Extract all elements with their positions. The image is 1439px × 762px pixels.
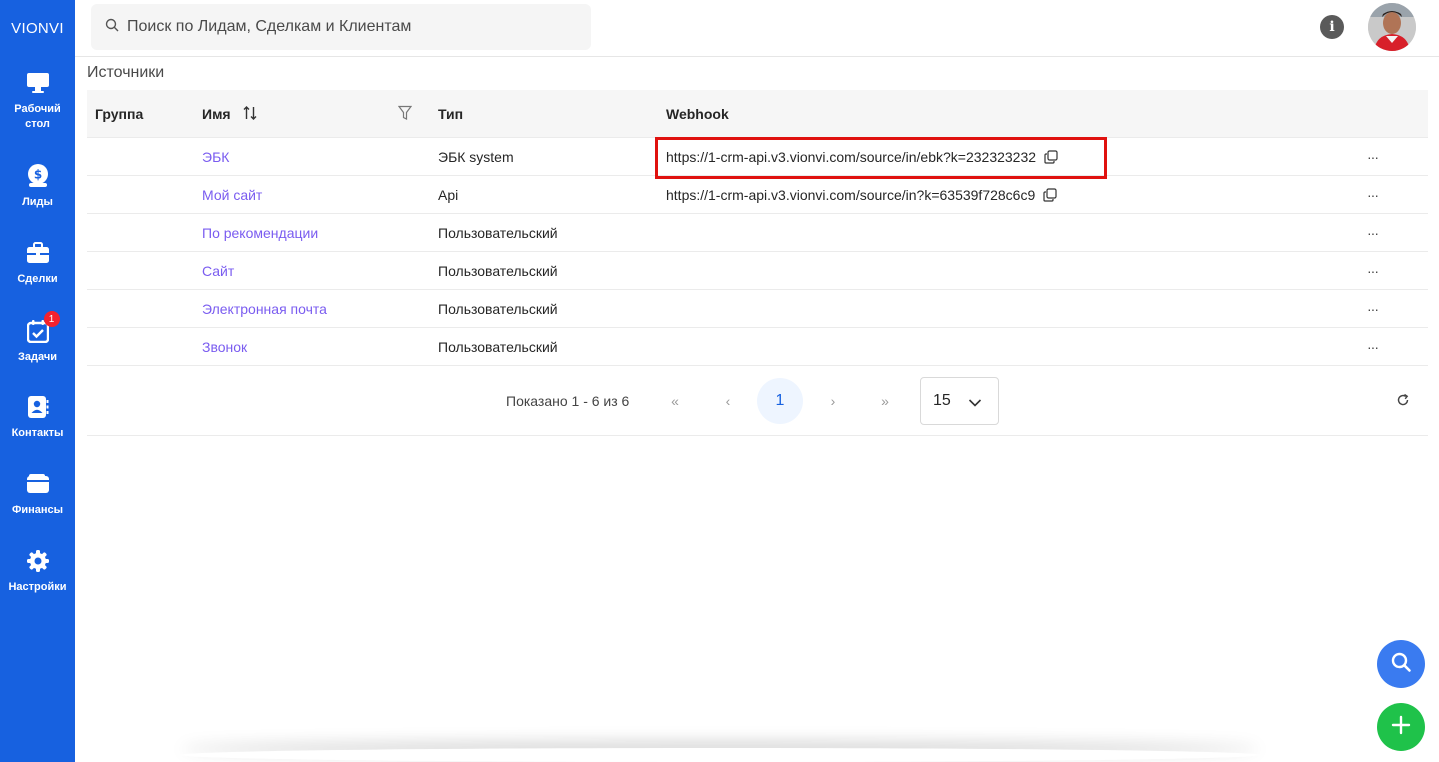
search-icon	[1390, 651, 1412, 678]
contact-book-icon	[25, 394, 51, 420]
row-webhook: https://1-crm-api.v3.vionvi.com/source/i…	[666, 149, 1058, 165]
global-search[interactable]	[91, 4, 591, 50]
chevron-down-icon	[968, 395, 982, 413]
top-header: i	[75, 0, 1439, 57]
money-bag-icon: $	[25, 163, 51, 189]
row-more-button[interactable]: ···	[1367, 149, 1379, 165]
table-row: Звонок Пользовательский ···	[87, 328, 1428, 366]
sidebar-item-label: Сделки	[17, 273, 58, 285]
tasks-badge: 1	[43, 311, 60, 327]
row-more-button[interactable]: ···	[1367, 339, 1379, 355]
table-row: Мой сайт Api https://1-crm-api.v3.vionvi…	[87, 176, 1428, 214]
floating-add-button[interactable]	[1377, 703, 1425, 751]
row-type: ЭБК system	[438, 148, 514, 165]
plus-icon	[1391, 715, 1411, 740]
pagination-summary: Показано 1 - 6 из 6	[506, 393, 630, 409]
monitor-icon	[25, 70, 51, 96]
svg-text:$: $	[33, 168, 41, 182]
sidebar: VIONVI Рабочий стол $ Лиды Сделки 1 Зада…	[0, 0, 75, 762]
sidebar-item-label: Рабочий стол	[14, 103, 61, 130]
column-header-webhook[interactable]: Webhook	[666, 106, 729, 122]
brand-logo[interactable]: VIONVI	[0, 0, 75, 56]
refresh-icon[interactable]	[1396, 393, 1410, 412]
table-row: Сайт Пользовательский ···	[87, 252, 1428, 290]
row-name-link[interactable]: По рекомендации	[202, 225, 318, 241]
row-type: Api	[438, 186, 459, 203]
sidebar-item-label: Лиды	[22, 196, 53, 208]
webhook-url: https://1-crm-api.v3.vionvi.com/source/i…	[666, 148, 1037, 165]
table-header: Группа Имя Тип Webhook	[87, 90, 1428, 138]
last-page-button[interactable]: »	[862, 378, 908, 424]
calendar-check-icon: 1	[25, 311, 60, 344]
sidebar-item-label: Задачи	[18, 351, 57, 363]
sidebar-item-deals[interactable]: Сделки	[0, 240, 75, 287]
row-webhook: https://1-crm-api.v3.vionvi.com/source/i…	[666, 187, 1057, 203]
table-row: По рекомендации Пользовательский ···	[87, 214, 1428, 252]
prev-page-button[interactable]: ‹	[705, 378, 751, 424]
row-type: Пользовательский	[438, 224, 558, 241]
sidebar-item-finance[interactable]: Финансы	[0, 471, 75, 518]
column-header-type[interactable]: Тип	[438, 106, 463, 122]
info-button[interactable]: i	[1320, 15, 1344, 39]
sidebar-item-leads[interactable]: $ Лиды	[0, 163, 75, 210]
sidebar-item-tasks[interactable]: 1 Задачи	[0, 311, 75, 365]
row-name-link[interactable]: ЭБК	[202, 149, 229, 165]
info-icon: i	[1329, 19, 1335, 35]
sidebar-item-contacts[interactable]: Контакты	[0, 394, 75, 441]
row-name-link[interactable]: Электронная почта	[202, 301, 327, 317]
page-size-value: 15	[933, 392, 951, 409]
page-size-select[interactable]: 15	[920, 377, 999, 425]
row-type: Пользовательский	[438, 262, 558, 279]
user-avatar[interactable]	[1368, 3, 1416, 51]
column-header-name[interactable]: Имя	[202, 106, 231, 122]
pagination: Показано 1 - 6 из 6 « ‹ 1 › » 15	[87, 366, 1428, 436]
row-name-link[interactable]: Мой сайт	[202, 187, 262, 203]
sidebar-item-desktop[interactable]: Рабочий стол	[0, 70, 75, 132]
column-header-group[interactable]: Группа	[95, 106, 143, 122]
row-type: Пользовательский	[438, 338, 558, 355]
sidebar-item-label: Контакты	[11, 427, 64, 439]
floating-search-button[interactable]	[1377, 640, 1425, 688]
search-input[interactable]	[127, 18, 567, 36]
row-type: Пользовательский	[438, 300, 558, 317]
page-title: Источники	[87, 64, 165, 81]
row-name-link[interactable]: Звонок	[202, 339, 247, 355]
row-more-button[interactable]: ···	[1367, 301, 1379, 317]
first-page-button[interactable]: «	[652, 378, 698, 424]
briefcase-icon	[25, 240, 51, 266]
table-row: ЭБК ЭБК system https://1-crm-api.v3.vion…	[87, 138, 1428, 176]
copy-icon[interactable]	[1043, 187, 1057, 202]
sources-table: Группа Имя Тип Webhook ЭБК ЭБК system ht…	[87, 90, 1428, 366]
row-more-button[interactable]: ···	[1367, 225, 1379, 241]
sidebar-item-label: Финансы	[11, 504, 64, 516]
current-page-button[interactable]: 1	[757, 378, 803, 424]
webhook-url: https://1-crm-api.v3.vionvi.com/source/i…	[666, 186, 1036, 203]
row-more-button[interactable]: ···	[1367, 187, 1379, 203]
gear-icon	[25, 548, 51, 574]
copy-icon[interactable]	[1044, 149, 1058, 164]
sort-icon[interactable]	[242, 105, 258, 124]
bottom-shadow	[180, 748, 1260, 762]
filter-icon[interactable]	[397, 105, 413, 124]
wallet-icon	[25, 471, 51, 497]
search-icon	[105, 18, 119, 37]
table-row: Электронная почта Пользовательский ···	[87, 290, 1428, 328]
sidebar-item-label: Настройки	[8, 581, 67, 593]
row-name-link[interactable]: Сайт	[202, 263, 234, 279]
next-page-button[interactable]: ›	[810, 378, 856, 424]
row-more-button[interactable]: ···	[1367, 263, 1379, 279]
sidebar-item-settings[interactable]: Настройки	[0, 548, 75, 595]
